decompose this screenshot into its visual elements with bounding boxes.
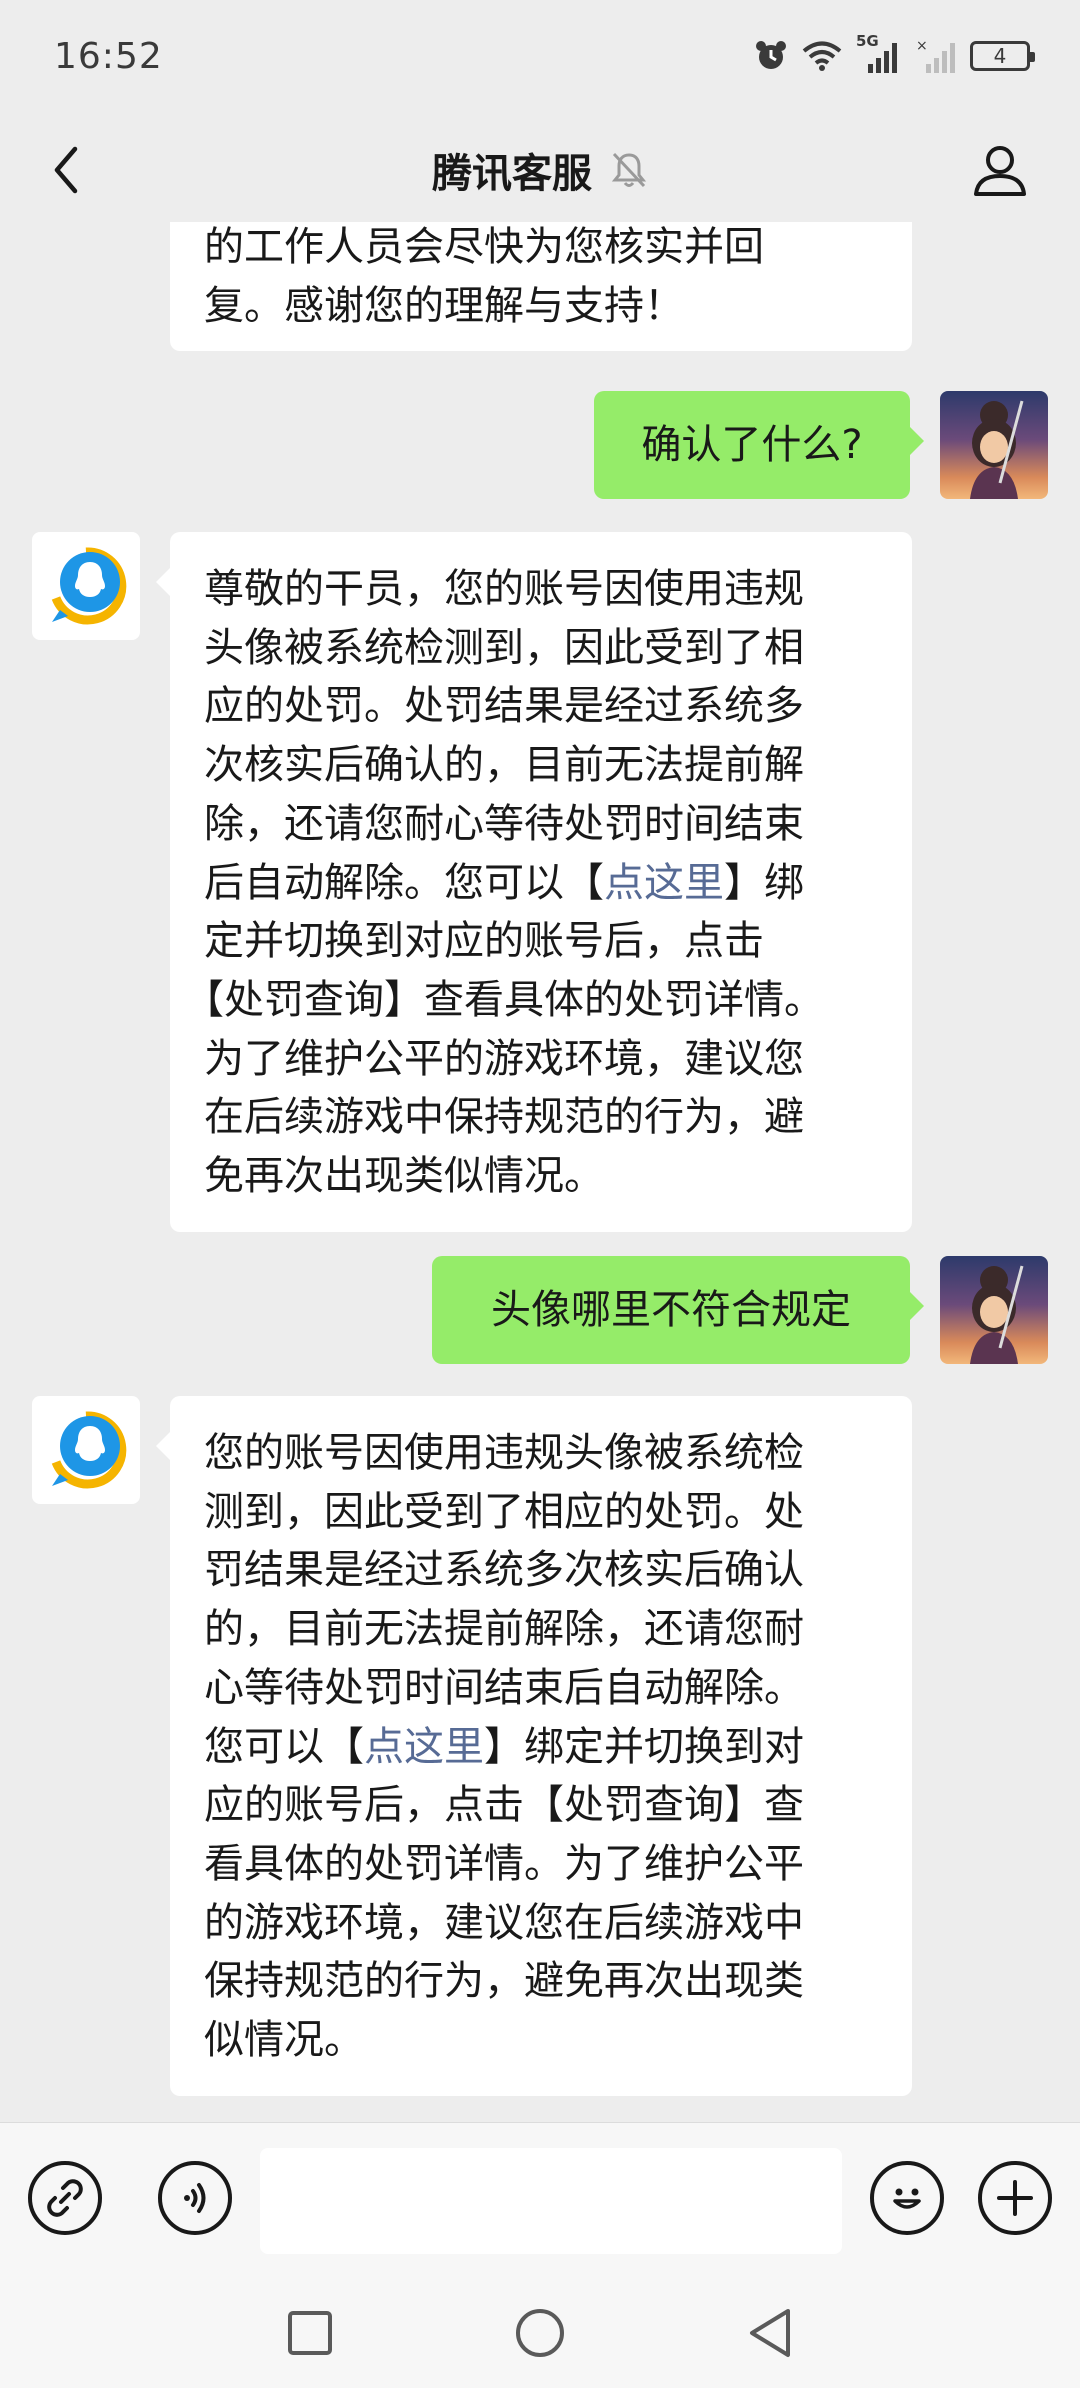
- back-triangle-icon: [750, 2309, 790, 2357]
- message-text: 后自动解除。您可以【: [204, 859, 604, 906]
- message-line: 的工作人员会尽快为您核实并回: [204, 224, 764, 270]
- recent-apps-button[interactable]: [280, 2303, 340, 2363]
- square-icon: [288, 2311, 332, 2355]
- message-line: 看具体的处罚详情。为了维护公平: [204, 1840, 804, 1887]
- wifi-icon: [802, 41, 842, 71]
- message-line: 在后续游戏中保持规范的行为，避: [204, 1094, 804, 1141]
- message-text: 】绑: [724, 859, 804, 906]
- chat-area[interactable]: 的工作人员会尽快为您核实并回 复。感谢您的理解与支持！ 确认了什么? 尊敬的干员…: [0, 222, 1080, 2122]
- bell-slash-icon: [611, 152, 647, 188]
- qq-service-logo-icon: [51, 1411, 127, 1489]
- message-line: 定并切换到对应的账号后，点击: [204, 918, 764, 965]
- status-bar: 16:52 5G × 4: [0, 0, 1080, 118]
- message-input[interactable]: [260, 2148, 842, 2254]
- message-bubble-outgoing[interactable]: 头像哪里不符合规定: [432, 1256, 924, 1364]
- back-nav-button[interactable]: [740, 2303, 800, 2363]
- message-text: 您可以【: [204, 1723, 364, 1770]
- status-time: 16:52: [54, 36, 163, 77]
- user-avatar[interactable]: [940, 391, 1048, 499]
- link-button[interactable]: [28, 2161, 102, 2235]
- status-icons: 5G × 4: [754, 32, 1035, 76]
- click-here-link[interactable]: 点这里: [604, 860, 724, 906]
- message-line: 后自动解除。您可以【点这里】绑: [204, 854, 884, 913]
- message-line: 除，还请您耐心等待处罚时间结束: [204, 800, 804, 847]
- message-line: 【处罚查询】查看具体的处罚详情。: [184, 976, 824, 1023]
- message-line: 保持规范的行为，避免再次出现类: [204, 1958, 804, 2005]
- message-line: 为了维护公平的游戏环境，建议您: [204, 1035, 804, 1082]
- system-nav-bar: [0, 2277, 1080, 2388]
- signal-5g-icon: 5G: [856, 32, 902, 74]
- page-title: 腾讯客服: [432, 151, 592, 197]
- message-bubble-incoming[interactable]: 尊敬的干员，您的账号因使用违规 头像被系统检测到，因此受到了相 应的处罚。处罚结…: [156, 532, 912, 1232]
- message-line: 头像被系统检测到，因此受到了相: [204, 624, 804, 671]
- title-wrap: 腾讯客服: [0, 118, 1080, 222]
- message-line: 的，目前无法提前解除，还请您耐: [204, 1606, 804, 1653]
- voice-icon: [184, 2183, 206, 2213]
- profile-button[interactable]: [960, 130, 1040, 210]
- message-bubble-outgoing[interactable]: 确认了什么?: [594, 391, 924, 499]
- message-line: 的游戏环境，建议您在后续游戏中: [204, 1899, 804, 1946]
- battery-icon: 4: [970, 41, 1035, 71]
- message-line: 测到，因此受到了相应的处罚。处: [204, 1488, 804, 1535]
- user-avatar[interactable]: [940, 1256, 1048, 1364]
- message-text: 确认了什么?: [641, 421, 863, 468]
- chat-header: 腾讯客服: [0, 118, 1080, 222]
- message-text: 】绑定并切换到对: [484, 1723, 804, 1770]
- signal-weak-icon: ×: [916, 38, 955, 73]
- message-bubble-incoming[interactable]: 的工作人员会尽快为您核实并回 复。感谢您的理解与支持！: [170, 222, 912, 352]
- home-button[interactable]: [510, 2303, 570, 2363]
- message-line: 复。感谢您的理解与支持！: [204, 282, 684, 329]
- alarm-icon: [756, 41, 786, 69]
- message-line: 尊敬的干员，您的账号因使用违规: [204, 566, 804, 612]
- svg-text:×: ×: [916, 38, 928, 54]
- message-bubble-incoming[interactable]: 您的账号因使用违规头像被系统检 测到，因此受到了相应的处罚。处 罚结果是经过系统…: [156, 1396, 912, 2096]
- message-line: 似情况。: [204, 2017, 364, 2064]
- message-line: 应的账号后，点击【处罚查询】查: [204, 1782, 804, 1829]
- emoji-button[interactable]: [870, 2161, 944, 2235]
- message-line: 应的处罚。处罚结果是经过系统多: [204, 683, 804, 730]
- message-line: 罚结果是经过系统多次核实后确认: [204, 1547, 804, 1594]
- message-line: 心等待处罚时间结束后自动解除。: [204, 1664, 804, 1711]
- message-line: 免再次出现类似情况。: [204, 1153, 604, 1200]
- person-icon: [974, 146, 1026, 196]
- circle-icon: [516, 2309, 564, 2357]
- service-avatar[interactable]: [32, 1396, 140, 1504]
- message-line: 您可以【点这里】绑定并切换到对: [204, 1718, 884, 1777]
- service-avatar[interactable]: [32, 532, 140, 640]
- input-bar: [0, 2122, 1080, 2277]
- click-here-link[interactable]: 点这里: [364, 1724, 484, 1770]
- battery-level: 4: [993, 44, 1007, 68]
- emoji-icon: [893, 2188, 921, 2209]
- message-line: 您的账号因使用违规头像被系统检: [204, 1430, 804, 1476]
- message-line: 次核实后确认的，目前无法提前解: [204, 742, 804, 789]
- qq-service-logo-icon: [51, 547, 127, 625]
- voice-button[interactable]: [158, 2161, 232, 2235]
- plus-button[interactable]: [978, 2161, 1052, 2235]
- plus-icon: [997, 2180, 1033, 2216]
- link-icon: [47, 2179, 83, 2217]
- message-text: 头像哪里不符合规定: [491, 1286, 851, 1333]
